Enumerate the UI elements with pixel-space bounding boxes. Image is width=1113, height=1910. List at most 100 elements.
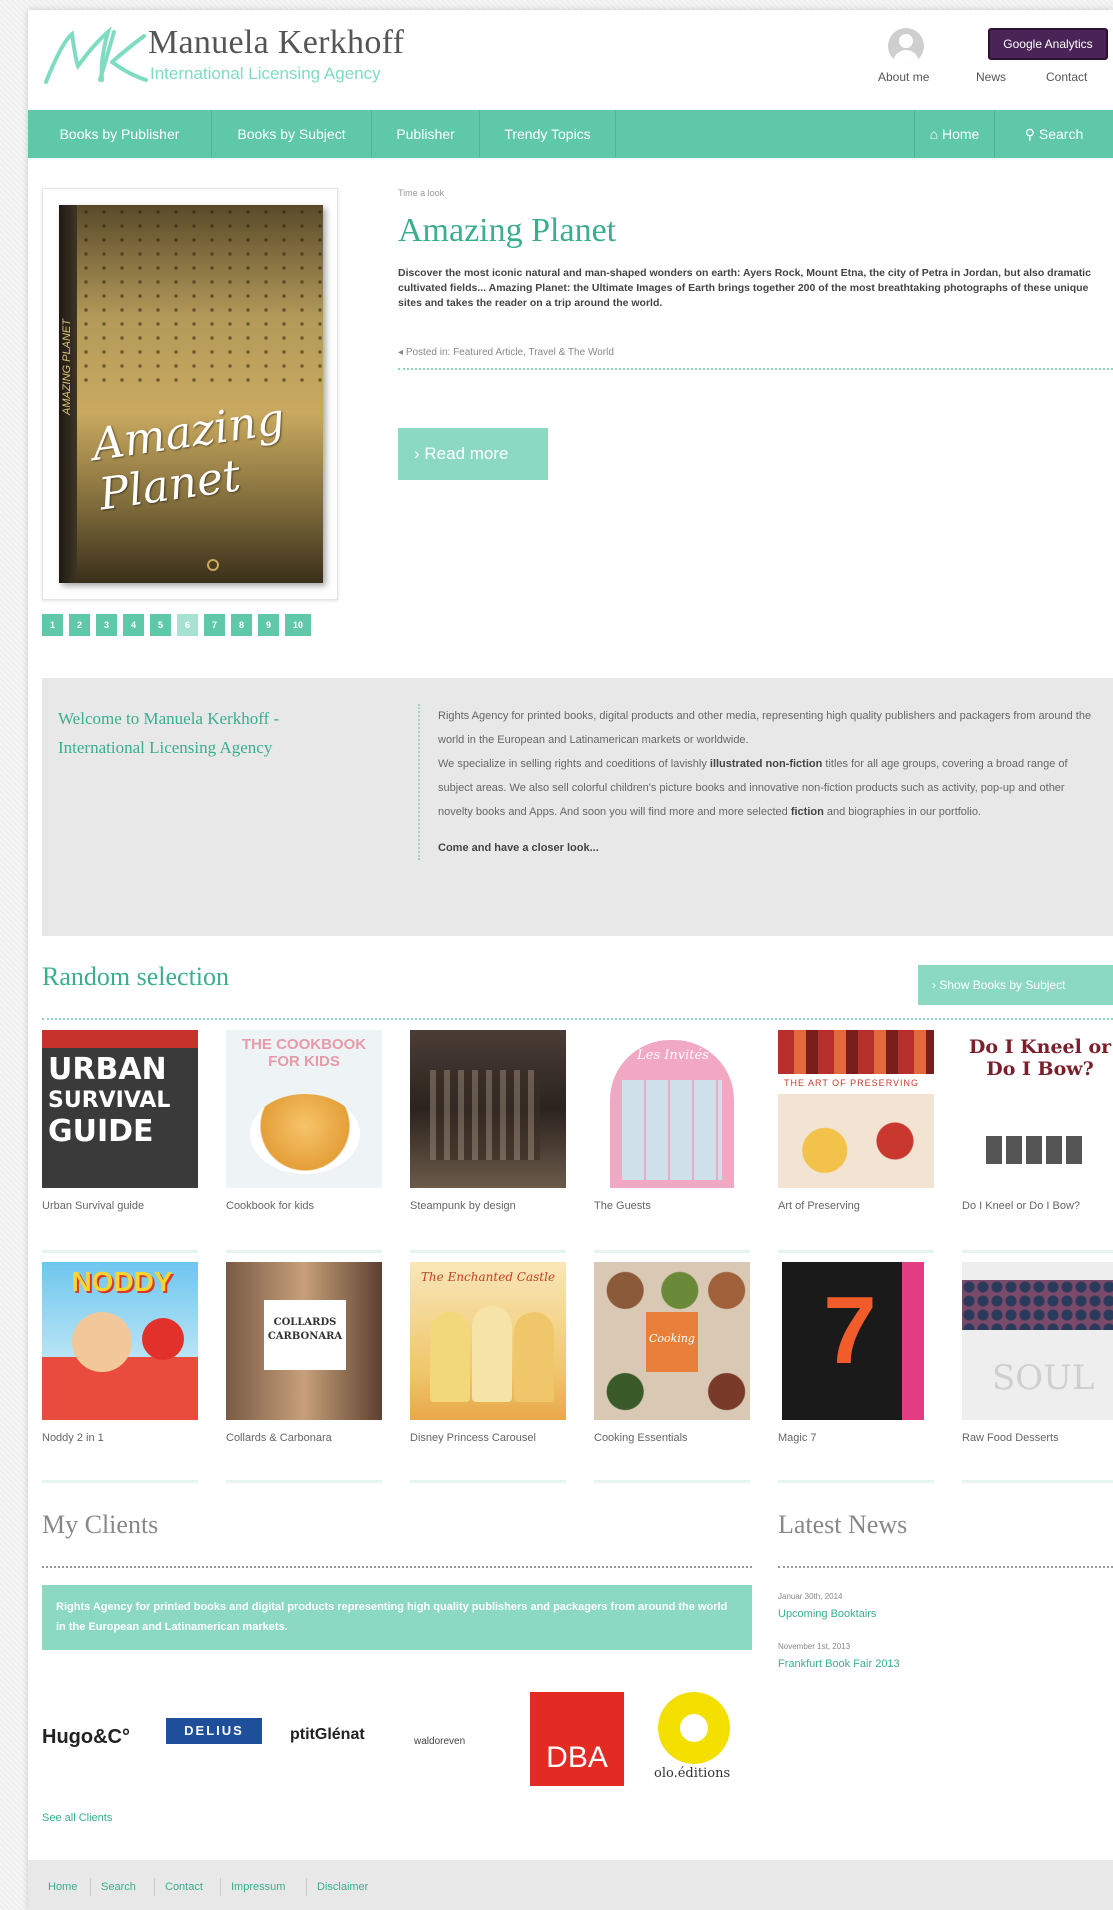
book-thumb-art-preserving[interactable]: THE ART OF PRESERVING bbox=[778, 1030, 934, 1188]
book-spine-text: AMAZING PLANET bbox=[61, 319, 73, 415]
book-caption[interactable]: Urban Survival guide bbox=[42, 1200, 144, 1212]
footer-disclaimer-link[interactable]: Disclaimer bbox=[306, 1878, 378, 1896]
welcome-cta-link[interactable]: Come and have a closer look... bbox=[438, 832, 1098, 860]
cover-text: URBAN SURVIVAL GUIDE bbox=[48, 1052, 171, 1149]
page: Manuela Kerkhoff International Licensing… bbox=[28, 10, 1113, 1910]
book-caption[interactable]: Art of Preserving bbox=[778, 1200, 860, 1212]
client-logo-delius[interactable]: DELIUS bbox=[166, 1718, 262, 1744]
book-caption[interactable]: The Guests bbox=[594, 1200, 651, 1212]
client-logo-waldoreven[interactable]: waldoreven bbox=[414, 1736, 465, 1747]
logo-mark-icon[interactable] bbox=[42, 22, 150, 88]
page-7[interactable]: 7 bbox=[204, 614, 225, 636]
welcome-paragraph-1: Rights Agency for printed books, digital… bbox=[438, 710, 1092, 746]
book-thumb-cooking-essentials[interactable]: Cooking bbox=[594, 1262, 750, 1420]
divider bbox=[778, 1250, 934, 1253]
client-logo-hugo[interactable]: Hugo&C° bbox=[42, 1726, 130, 1749]
search-icon: ⚲ bbox=[1024, 126, 1039, 142]
divider bbox=[594, 1250, 750, 1253]
book-cover-title: Amazing Planet bbox=[89, 393, 288, 521]
page-8[interactable]: 8 bbox=[231, 614, 252, 636]
page-9[interactable]: 9 bbox=[258, 614, 279, 636]
client-logo-olo[interactable]: olo.éditions bbox=[654, 1766, 730, 1781]
nav-search[interactable]: ⚲ Search bbox=[994, 110, 1113, 158]
book-caption[interactable]: Magic 7 bbox=[778, 1432, 817, 1444]
page-3[interactable]: 3 bbox=[96, 614, 117, 636]
nav-trendy-topics[interactable]: Trendy Topics bbox=[480, 110, 616, 158]
client-logo-ptitglenat[interactable]: ptitGlénat bbox=[290, 1726, 365, 1744]
page-5[interactable]: 5 bbox=[150, 614, 171, 636]
divider bbox=[962, 1480, 1113, 1483]
book-caption[interactable]: Disney Princess Carousel bbox=[410, 1432, 536, 1444]
see-all-clients-link[interactable]: See all Clients bbox=[42, 1812, 112, 1824]
page-1[interactable]: 1 bbox=[42, 614, 63, 636]
client-logo-olo-mark[interactable] bbox=[658, 1692, 730, 1764]
book-caption[interactable]: Cookbook for kids bbox=[226, 1200, 314, 1212]
book-caption[interactable]: Steampunk by design bbox=[410, 1200, 516, 1212]
book-caption[interactable]: Raw Food Desserts bbox=[962, 1432, 1059, 1444]
book-thumb-raw-food[interactable]: SOUL bbox=[962, 1262, 1113, 1420]
news-item-link[interactable]: Frankfurt Book Fair 2013 bbox=[778, 1658, 900, 1670]
footer-contact-link[interactable]: Contact bbox=[154, 1878, 213, 1896]
posted-in: ◂ Posted in: Featured Article, Travel & … bbox=[398, 347, 1113, 358]
nav-home-label: Home bbox=[942, 126, 980, 142]
divider bbox=[778, 1480, 934, 1483]
feature-title[interactable]: Amazing Planet bbox=[398, 212, 1113, 250]
welcome-body: Rights Agency for printed books, digital… bbox=[418, 704, 1098, 860]
brand-name[interactable]: Manuela Kerkhoff bbox=[148, 24, 404, 62]
contact-link[interactable]: Contact bbox=[1046, 70, 1087, 84]
feature-kicker: Time a look bbox=[398, 188, 445, 198]
page-6[interactable]: 6 bbox=[177, 614, 198, 636]
nav-books-by-publisher[interactable]: Books by Publisher bbox=[28, 110, 212, 158]
welcome-paragraph-2: We specialize in selling rights and coed… bbox=[438, 758, 1068, 818]
book-caption[interactable]: Cooking Essentials bbox=[594, 1432, 688, 1444]
feature-cover[interactable]: AMAZING PLANET Amazing Planet bbox=[42, 188, 338, 600]
read-more-button[interactable]: › Read more bbox=[398, 428, 548, 480]
header: Manuela Kerkhoff International Licensing… bbox=[28, 10, 1113, 110]
book-thumb-urban-survival[interactable]: URBAN SURVIVAL GUIDE bbox=[42, 1030, 198, 1188]
footer-home-link[interactable]: Home bbox=[38, 1878, 87, 1896]
news-link[interactable]: News bbox=[976, 70, 1006, 84]
user-icon[interactable] bbox=[888, 28, 924, 64]
book-cover-image: AMAZING PLANET Amazing Planet bbox=[59, 205, 323, 583]
page-2[interactable]: 2 bbox=[69, 614, 90, 636]
book-caption[interactable]: Collards & Carbonara bbox=[226, 1432, 332, 1444]
page-4[interactable]: 4 bbox=[123, 614, 144, 636]
posted-in-text: Posted in: Featured Article, Travel & Th… bbox=[405, 347, 614, 358]
book-thumb-steampunk[interactable] bbox=[410, 1030, 566, 1188]
footer-search-link[interactable]: Search bbox=[90, 1878, 146, 1896]
divider bbox=[226, 1480, 382, 1483]
book-thumb-noddy[interactable]: NODDY bbox=[42, 1262, 198, 1420]
nav-publisher[interactable]: Publisher bbox=[372, 110, 480, 158]
feature-article: Time a look Amazing Planet Discover the … bbox=[398, 188, 1113, 370]
divider bbox=[42, 1018, 1113, 1020]
divider bbox=[962, 1250, 1113, 1253]
main-nav: Books by Publisher Books by Subject Publ… bbox=[28, 110, 1113, 158]
show-books-by-subject-button[interactable]: › Show Books by Subject bbox=[918, 965, 1113, 1005]
nav-books-by-subject[interactable]: Books by Subject bbox=[212, 110, 372, 158]
divider bbox=[42, 1480, 198, 1483]
divider bbox=[410, 1480, 566, 1483]
nav-home[interactable]: ⌂ Home bbox=[914, 110, 994, 158]
book-caption[interactable]: Do I Kneel or Do I Bow? bbox=[962, 1200, 1080, 1212]
divider bbox=[42, 1250, 198, 1253]
book-thumb-collards[interactable]: COLLARDS CARBONARA bbox=[226, 1262, 382, 1420]
news-date: Januar 30th, 2014 bbox=[778, 1592, 843, 1601]
book-thumb-disney-princess[interactable]: The Enchanted Castle bbox=[410, 1262, 566, 1420]
about-me-link[interactable]: About me bbox=[878, 70, 929, 84]
random-selection-title: Random selection bbox=[42, 962, 230, 991]
book-thumb-cookbook-kids[interactable]: THE COOKBOOK FOR KIDS bbox=[226, 1030, 382, 1188]
welcome-title: Welcome to Manuela Kerkhoff - Internatio… bbox=[58, 709, 280, 757]
client-logo-dba[interactable]: DBA bbox=[530, 1692, 624, 1786]
google-analytics-button[interactable]: Google Analytics bbox=[988, 28, 1108, 60]
book-caption[interactable]: Noddy 2 in 1 bbox=[42, 1432, 104, 1444]
book-thumb-magic-7[interactable]: 7 bbox=[778, 1262, 934, 1420]
book-thumb-guests[interactable]: Les Invités bbox=[594, 1030, 750, 1188]
divider bbox=[778, 1566, 1113, 1568]
clients-intro: Rights Agency for printed books and digi… bbox=[42, 1585, 752, 1650]
book-thumb-kneel-or-bow[interactable]: Do I Kneel or Do I Bow? bbox=[962, 1030, 1113, 1188]
footer-impressum-link[interactable]: Impressum bbox=[220, 1878, 295, 1896]
divider bbox=[226, 1250, 382, 1253]
news-item-link[interactable]: Upcoming Booktairs bbox=[778, 1608, 876, 1620]
divider bbox=[410, 1250, 566, 1253]
page-10[interactable]: 10 bbox=[285, 614, 311, 636]
